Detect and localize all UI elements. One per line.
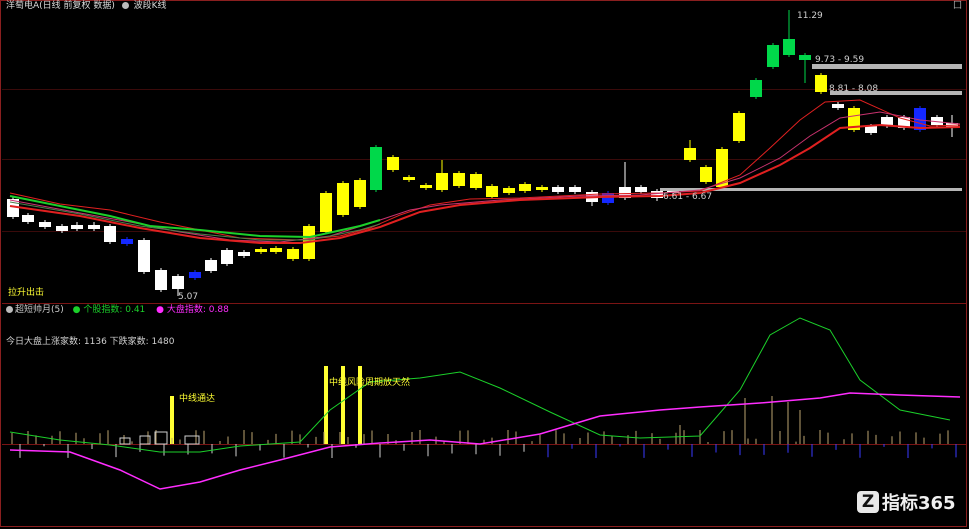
range-high-label: 9.73 - 9.59 [815, 55, 865, 65]
candle-body [716, 149, 728, 187]
low-price-label: 5.07 [178, 292, 199, 302]
candle-body [104, 226, 116, 242]
candle-body [733, 113, 745, 141]
signal-label: 拉升出击 [8, 288, 45, 298]
candle-body [536, 187, 548, 190]
legend-market-index: ● 大盘指数: 0.88 [156, 305, 229, 315]
market-index-line [9, 392, 961, 490]
annotation-risk-cycle: 中线风险周期放天然 [329, 378, 411, 388]
candle-body [238, 252, 250, 256]
range-mid-label: 8.81 - 8.08 [829, 84, 879, 94]
candle-body [832, 104, 844, 108]
volume-box [119, 437, 131, 445]
candle-body [370, 147, 382, 190]
candle-body [453, 173, 465, 186]
candle-body [486, 186, 498, 197]
candle-body [121, 239, 133, 244]
candle-body [470, 174, 482, 188]
candle-body [552, 187, 564, 192]
candle-body [602, 193, 614, 203]
candle-body [420, 185, 432, 188]
volume-box [154, 431, 168, 445]
kline-chart[interactable] [0, 0, 969, 529]
signal-bar [324, 366, 328, 444]
watermark-logo: Z 指标365 [857, 488, 956, 516]
candle-body [138, 240, 150, 272]
candle-body [337, 183, 349, 215]
candle-body [205, 260, 217, 271]
candle-body [387, 157, 399, 170]
candle-body [635, 187, 647, 192]
market-breadth-label: 今日大盘上涨家数: 1136 下跌家数: 1480 [6, 337, 175, 347]
ma-line-fast [9, 99, 961, 241]
volume-box [184, 435, 200, 445]
annotation-medium-pass: 中线通达 [179, 394, 216, 404]
candle-body [88, 225, 100, 229]
candle-body [71, 225, 83, 229]
candle-body [403, 177, 415, 180]
candle-body [22, 215, 34, 222]
candle-body [221, 250, 233, 264]
candle-body [172, 276, 184, 289]
candle-body [750, 80, 762, 97]
range-low-label: 6.61 - 6.67 [663, 192, 713, 202]
candle-body [287, 249, 299, 259]
candle-body [354, 180, 366, 207]
candle-body [815, 75, 827, 92]
legend-stock-index: ● 个股指数: 0.41 [72, 305, 146, 315]
candle-body [519, 184, 531, 191]
sub-indicator-header: 超短帅月(5) ● 个股指数: 0.41 ● 大盘指数: 0.88 [6, 305, 229, 316]
candle-body [255, 249, 267, 252]
brand-z-icon: Z [857, 491, 879, 513]
candle-body [155, 270, 167, 290]
candle-body [189, 272, 201, 278]
candle-body [799, 55, 811, 60]
brand-text: 指标365 [882, 493, 956, 514]
candle-body [700, 167, 712, 182]
candle-body [503, 188, 515, 193]
candle-body [39, 222, 51, 227]
candle-body [270, 248, 282, 252]
sub-indicator-dot-icon [6, 306, 13, 313]
candle-body [865, 126, 877, 133]
candle-body [436, 173, 448, 190]
candle-body [569, 187, 581, 192]
candle-body [56, 226, 68, 231]
candle-body [783, 39, 795, 55]
candle-body [767, 45, 779, 67]
candle-body [684, 148, 696, 160]
candle-body [320, 193, 332, 232]
high-price-label: 11.29 [797, 11, 823, 21]
ma-line-mid [9, 111, 961, 243]
sub-indicator-title[interactable]: 超短帅月(5) [15, 305, 64, 315]
signal-bar [170, 396, 174, 444]
